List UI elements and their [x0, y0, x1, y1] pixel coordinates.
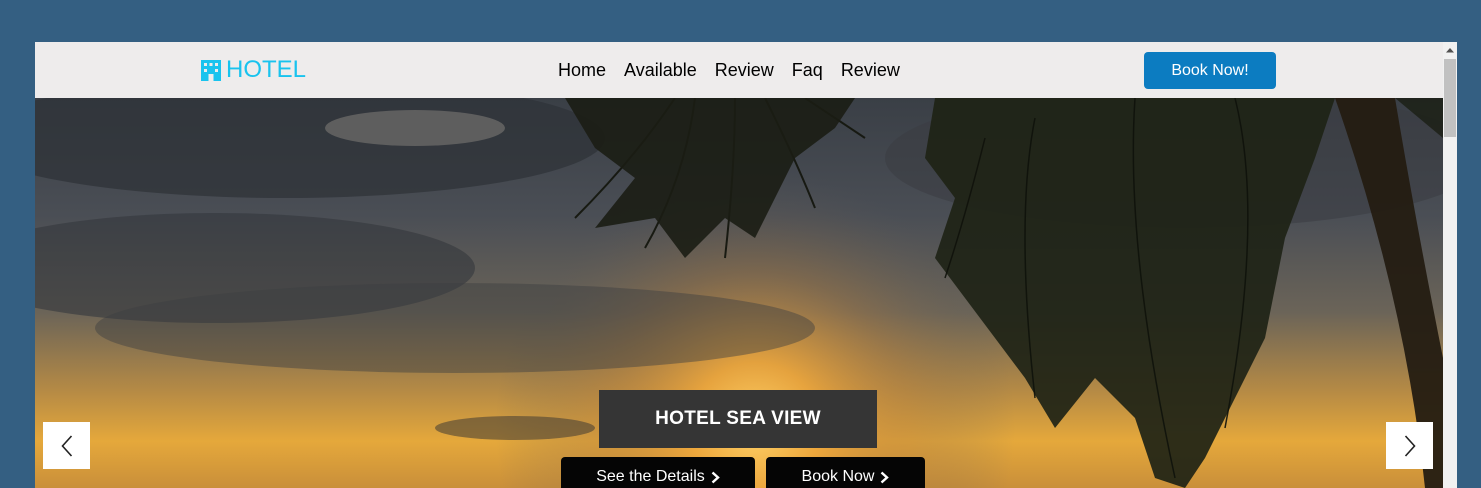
see-details-button[interactable]: See the Details — [561, 457, 755, 488]
vertical-scrollbar[interactable] — [1443, 42, 1457, 488]
hero-book-now-label: Book Now — [801, 468, 875, 485]
hero-title: HOTEL SEA VIEW — [599, 390, 877, 448]
browser-viewport: HOTEL Home Available Review Faq Review B… — [35, 42, 1457, 488]
chevron-right-icon — [881, 471, 890, 483]
hotel-building-icon — [201, 60, 221, 81]
main-nav: Home Available Review Faq Review — [558, 59, 918, 81]
scroll-up-arrow[interactable] — [1443, 42, 1457, 58]
brand-name: HOTEL — [226, 56, 307, 83]
scrollbar-thumb[interactable] — [1444, 59, 1456, 137]
chevron-left-icon — [60, 434, 72, 457]
nav-link-home[interactable]: Home — [558, 59, 606, 81]
nav-link-review[interactable]: Review — [715, 59, 774, 81]
see-details-label: See the Details — [596, 468, 705, 485]
nav-link-available[interactable]: Available — [624, 59, 697, 81]
carousel-next-button[interactable] — [1386, 422, 1433, 469]
hero-carousel: HOTEL SEA VIEW See the Details Book Now — [35, 98, 1443, 488]
chevron-right-icon — [711, 471, 720, 483]
nav-link-review-2[interactable]: Review — [841, 59, 900, 81]
brand-logo[interactable]: HOTEL — [200, 56, 306, 84]
book-now-button[interactable]: Book Now! — [1144, 52, 1276, 89]
caret-up-icon — [1446, 48, 1454, 53]
carousel-prev-button[interactable] — [43, 422, 90, 469]
hero-book-now-button[interactable]: Book Now — [766, 457, 925, 488]
chevron-right-icon — [1404, 434, 1416, 457]
nav-link-faq[interactable]: Faq — [792, 59, 823, 81]
navbar: HOTEL Home Available Review Faq Review B… — [35, 42, 1443, 98]
